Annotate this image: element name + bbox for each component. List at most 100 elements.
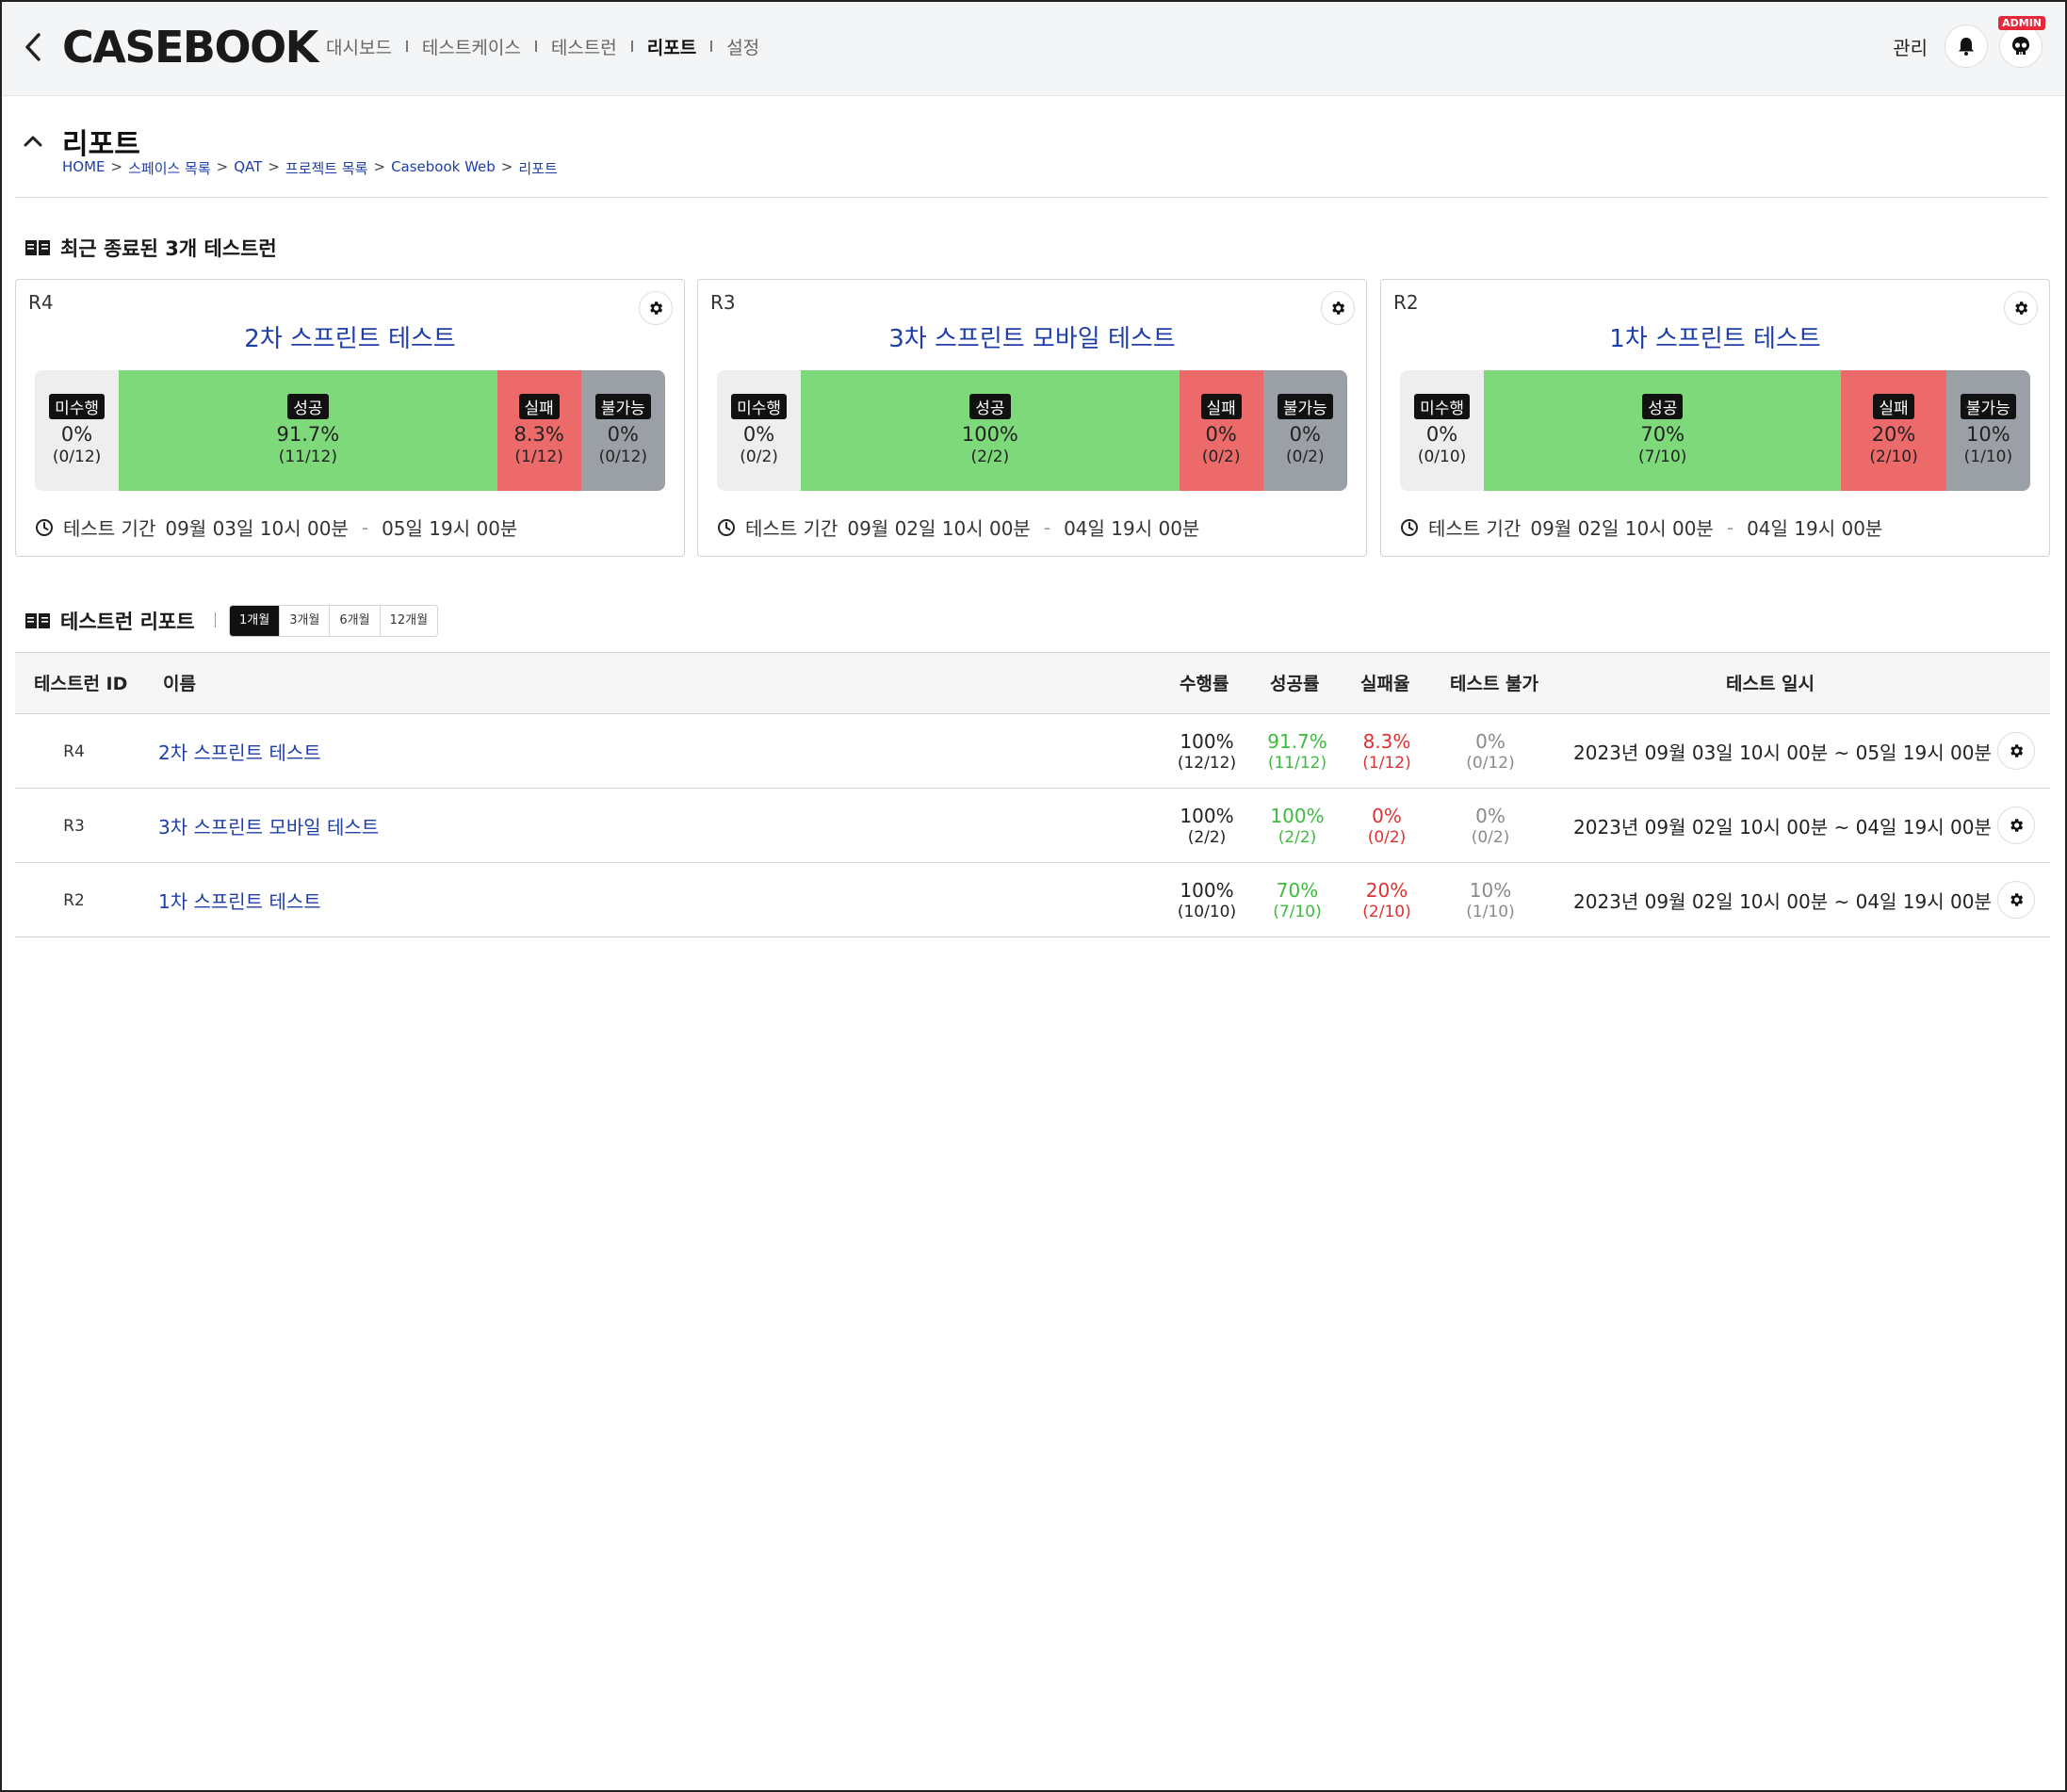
row-exec-percent: 100% [1180,804,1234,827]
row-exec-count: (12/12) [1177,753,1237,773]
card-period: 테스트 기간 09월 02일 10시 00분 -04일 19시 00분 [1400,513,1882,541]
main-nav: 대시보드 테스트케이스 테스트런 리포트 설정 [326,30,759,62]
row-date: 2023년 09월 02일 10시 00분 ~ 04일 19시 00분 [1573,816,1992,839]
nav-divider [630,41,633,52]
nav-reports[interactable]: 리포트 [647,34,696,59]
row-exec-percent: 100% [1180,729,1234,753]
gear-icon [1332,301,1345,315]
row-pass-percent: 91.7% [1267,729,1327,753]
nav-testruns[interactable]: 테스트런 [551,34,617,59]
segment-count: (0/2) [1286,448,1325,466]
col-date: 테스트 일시 [1726,674,1815,694]
segment-count: (0/10) [1417,448,1467,466]
segment-percent: 100% [961,423,1018,446]
breadcrumb-spaces[interactable]: 스페이스 목록 [128,158,211,178]
card-run-title[interactable]: 3차 스프린트 모바일 테스트 [698,319,1366,354]
segment-untested: 미수행 0% (0/12) [35,370,120,491]
card-run-title[interactable]: 2차 스프린트 테스트 [16,319,684,354]
segment-count: (0/12) [598,448,648,466]
segment-untestable: 불가능 10% (1/10) [1945,370,2030,491]
table-row: R4 2차 스프린트 테스트 100% (12/12) 91.7% (11/12) 8.3%… [15,714,2050,789]
row-settings-button[interactable] [1997,732,2035,770]
segment-percent: 70% [1640,423,1685,446]
period-start: 09월 03일 10시 00분 [165,517,349,540]
table-body: R4 2차 스프린트 테스트 100% (12/12) 91.7% (11/12) 8.3%… [15,714,2050,937]
segment-label: 미수행 [49,394,106,419]
skull-icon [2012,37,2029,55]
breadcrumb-sep: > [500,158,513,175]
nav-testcases[interactable]: 테스트케이스 [422,34,521,59]
tab-1-month[interactable]: 1개월 [230,606,281,636]
row-run-name[interactable]: 3차 스프린트 모바일 테스트 [158,789,379,863]
segment-label: 성공 [1642,394,1684,419]
breadcrumb-sep: > [216,158,229,175]
segment-count: (0/12) [52,448,102,466]
row-settings-button[interactable] [1997,881,2035,919]
row-fail-rate: 8.3% (1/12) [1344,714,1429,789]
row-run-name[interactable]: 2차 스프린트 테스트 [158,714,321,789]
segment-failed: 실패 0% (0/2) [1179,370,1263,491]
status-bar: 미수행 0% (0/2) 성공 100% (2/2) 실패 0% (0/2) 불가능 0% (0/2) [717,370,1347,491]
segment-percent: 10% [1966,423,2010,446]
casebook-logo[interactable]: CASEBOOK [62,21,318,73]
breadcrumb-home[interactable]: HOME [62,158,106,178]
row-untestable-percent: 0% [1475,729,1505,753]
bell-icon [1959,38,1974,56]
chevron-up-icon[interactable] [23,134,43,152]
period-label: 테스트 기간 [63,517,156,540]
gear-icon [650,301,663,315]
row-untestable-count: (1/10) [1466,902,1515,921]
col-exec: 수행률 [1180,674,1229,694]
clock-icon [36,518,53,536]
card-run-title[interactable]: 1차 스프린트 테스트 [1381,319,2049,354]
row-untestable-percent: 10% [1469,878,1512,902]
row-pass-percent: 70% [1276,878,1319,902]
recent-testruns-heading: 최근 종료된 3개 테스트런 [24,234,277,262]
status-bar: 미수행 0% (0/10) 성공 70% (7/10) 실패 20% (2/10) 불가능 10% (… [1400,370,2030,491]
period-dash: - [1726,515,1734,539]
clock-icon [1401,518,1418,536]
user-avatar-button[interactable]: ADMIN [1998,16,2045,68]
row-pass-count: (11/12) [1267,753,1327,773]
notification-button[interactable] [1945,24,1988,68]
segment-untested: 미수행 0% (0/2) [717,370,802,491]
breadcrumb-current[interactable]: 리포트 [518,158,557,178]
breadcrumb-sep: > [373,158,386,175]
row-fail-count: (0/2) [1367,827,1407,847]
period-label: 테스트 기간 [1428,517,1522,540]
card-run-id: R2 [1393,291,1419,314]
period-end: 04일 19시 00분 [1064,517,1200,540]
gear-icon [2010,744,2024,758]
tab-6-months[interactable]: 6개월 [330,606,381,636]
tab-12-months[interactable]: 12개월 [380,606,438,636]
segment-count: (2/10) [1869,448,1918,466]
breadcrumb-sep: > [110,158,123,175]
card-run-id: R4 [28,291,54,314]
segment-failed: 실패 20% (2/10) [1841,370,1946,491]
row-fail-percent: 8.3% [1362,729,1411,753]
back-arrow-icon[interactable] [19,28,47,66]
row-fail-count: (1/12) [1362,753,1411,773]
row-untestable-rate: 0% (0/12) [1448,714,1533,789]
title-divider [15,197,2048,198]
row-fail-rate: 0% (0/2) [1344,789,1429,863]
breadcrumb-project[interactable]: Casebook Web [391,158,496,178]
nav-settings[interactable]: 설정 [726,34,759,59]
breadcrumb-space[interactable]: QAT [234,158,262,178]
period-dash: - [361,515,369,539]
testrun-card: R3 3차 스프린트 모바일 테스트 미수행 0% (0/2) 성공 100% (2/2) 실패… [697,279,1367,557]
segment-percent: 0% [1289,423,1321,446]
report-heading: 테스트런 리포트 [24,605,195,637]
segment-percent: 0% [607,423,639,446]
segment-count: (1/12) [514,448,563,466]
row-exec-count: (2/2) [1187,827,1227,847]
page-title: 리포트 [62,128,140,161]
segment-count: (7/10) [1638,448,1687,466]
tab-3-months[interactable]: 3개월 [280,606,331,636]
row-run-name[interactable]: 1차 스프린트 테스트 [158,863,321,937]
row-settings-button[interactable] [1997,806,2035,844]
segment-label: 실패 [1200,394,1242,419]
manage-link[interactable]: 관리 [1893,33,1928,60]
breadcrumb-projects[interactable]: 프로젝트 목록 [285,158,368,178]
nav-dashboard[interactable]: 대시보드 [326,34,392,59]
